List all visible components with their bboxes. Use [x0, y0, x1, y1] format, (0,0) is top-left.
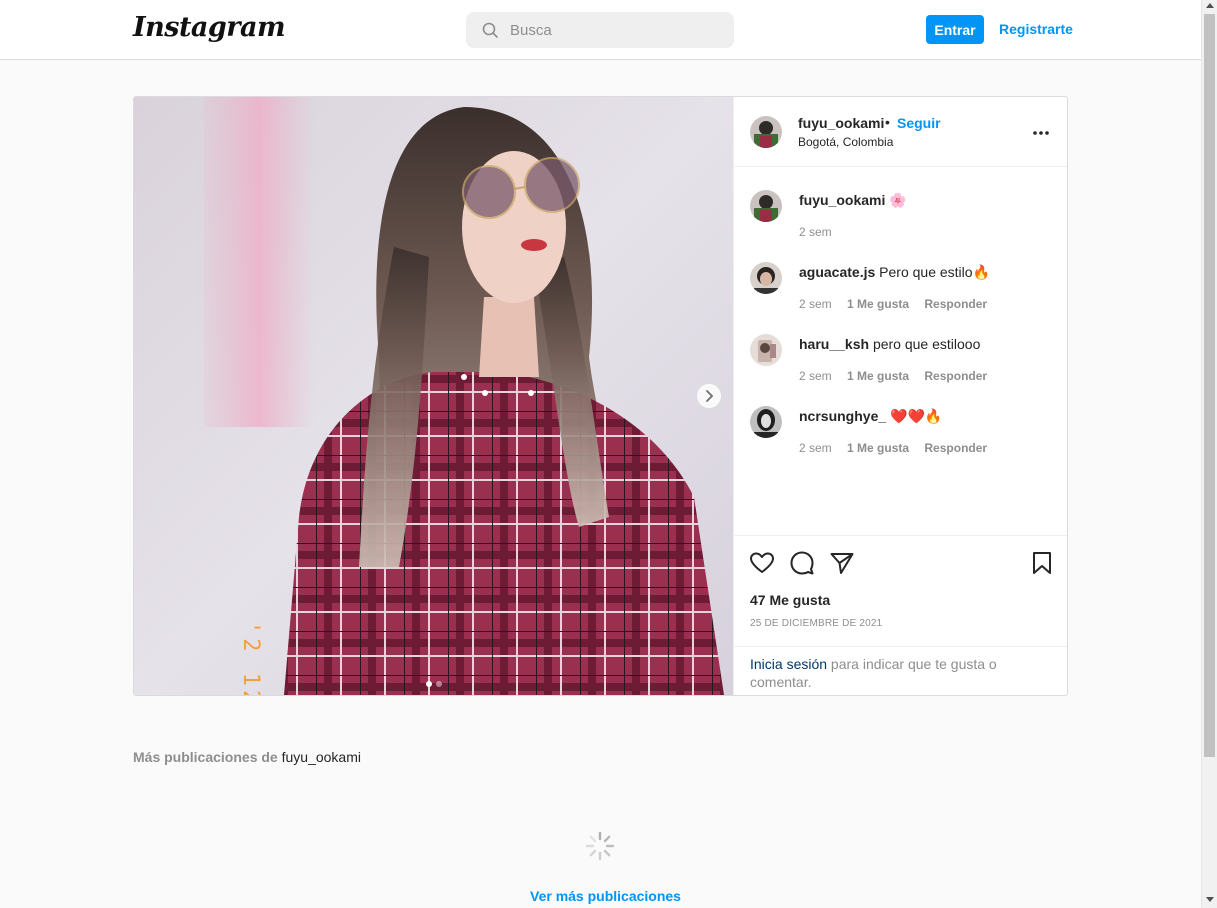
caption: fuyu_ookami 🌸 2 sem	[734, 168, 1067, 239]
carousel-dots	[426, 674, 446, 692]
spinner-icon	[585, 831, 615, 861]
more-posts-label: Más publicaciones de	[133, 749, 282, 765]
search-box[interactable]	[466, 12, 734, 48]
comment-likes[interactable]: 1 Me gusta	[847, 369, 909, 383]
comment-text: ncrsunghye_ ❤️❤️🔥	[799, 408, 942, 425]
post-sidebar: fuyu_ookami • Seguir Bogotá, Colombia fu…	[733, 97, 1067, 695]
post-card: '2 12 21 fuyu_ookami • Seguir Bogotá, Co…	[133, 96, 1068, 696]
avatar[interactable]	[750, 334, 782, 366]
avatar-image	[750, 116, 782, 148]
post-photo[interactable]: '2 12 21	[134, 97, 733, 695]
carousel-dot-2	[436, 681, 442, 687]
chevron-right-icon	[706, 390, 714, 402]
top-navigation-bar: Instagram Entrar Registrarte	[0, 0, 1201, 60]
avatar-image	[750, 190, 782, 222]
comment-username[interactable]: haru__ksh	[799, 336, 869, 352]
comment-username[interactable]: fuyu_ookami	[799, 192, 885, 208]
post-date[interactable]: 25 DE DICIEMBRE DE 2021	[750, 618, 882, 629]
scroll-thumb[interactable]	[1204, 14, 1215, 757]
avatar[interactable]	[750, 262, 782, 294]
post-actions	[734, 537, 1067, 577]
more-posts-heading: Más publicaciones de fuyu_ookami	[133, 749, 361, 765]
caption-text: fuyu_ookami 🌸	[799, 192, 907, 209]
comment-meta: 2 sem 1 Me gusta Responder	[799, 297, 999, 311]
follow-button[interactable]: Seguir	[897, 115, 941, 131]
avatar-image	[750, 406, 782, 438]
instagram-logo[interactable]: Instagram	[133, 12, 286, 43]
avatar[interactable]	[750, 190, 782, 222]
share-icon[interactable]	[829, 550, 855, 576]
comment-body: ❤️❤️🔥	[890, 408, 943, 424]
search-icon	[482, 22, 498, 38]
post-author-username[interactable]: fuyu_ookami	[798, 115, 884, 131]
login-button[interactable]: Entrar	[926, 15, 984, 44]
comment-time[interactable]: 2 sem	[799, 225, 832, 239]
post-photo-image: '2 12 21	[134, 97, 733, 695]
comment-time[interactable]: 2 sem	[799, 297, 832, 311]
avatar[interactable]	[750, 116, 782, 148]
see-more-posts-link[interactable]: Ver más publicaciones	[530, 888, 681, 904]
comment-username[interactable]: ncrsunghye_	[799, 408, 886, 424]
post-header: fuyu_ookami • Seguir Bogotá, Colombia	[734, 97, 1067, 167]
search-input[interactable]	[510, 20, 720, 40]
comment-likes[interactable]: 1 Me gusta	[847, 297, 909, 311]
avatar-image	[750, 262, 782, 294]
post-location[interactable]: Bogotá, Colombia	[798, 135, 893, 149]
comment-time[interactable]: 2 sem	[799, 441, 832, 455]
comment-text: aguacate.js Pero que estilo🔥	[799, 264, 990, 281]
comment-body: 🌸	[889, 192, 907, 208]
comment-item: ncrsunghye_ ❤️❤️🔥 2 sem 1 Me gusta Respo…	[734, 384, 1067, 455]
comment-body: pero que estilooo	[872, 336, 981, 352]
comment-icon[interactable]	[789, 550, 815, 576]
comment-item: aguacate.js Pero que estilo🔥 2 sem 1 Me …	[734, 240, 1067, 311]
reply-button[interactable]: Responder	[924, 369, 987, 383]
login-prompt: Inicia sesión para indicar que te gusta …	[734, 646, 1067, 695]
separator-dot: •	[885, 114, 890, 130]
comment-meta: 2 sem 1 Me gusta Responder	[799, 441, 999, 455]
comment-time[interactable]: 2 sem	[799, 369, 832, 383]
comment-text: haru__ksh pero que estilooo	[799, 336, 980, 352]
carousel-next-button[interactable]	[697, 384, 721, 408]
scroll-down-arrow[interactable]	[1206, 897, 1214, 902]
more-icon[interactable]	[1032, 130, 1050, 136]
signup-link[interactable]: Registrarte	[999, 21, 1073, 37]
carousel-dot-1	[426, 681, 432, 687]
comment-item: haru__ksh pero que estilooo 2 sem 1 Me g…	[734, 312, 1067, 383]
comment-meta: 2 sem 1 Me gusta Responder	[799, 369, 999, 383]
comment-meta: 2 sem	[799, 225, 844, 239]
login-link[interactable]: Inicia sesión	[750, 656, 827, 672]
comment-body: Pero que estilo🔥	[879, 264, 990, 280]
more-posts-username[interactable]: fuyu_ookami	[282, 749, 361, 765]
page-scrollbar[interactable]	[1201, 0, 1217, 908]
scroll-up-arrow[interactable]	[1206, 3, 1214, 8]
reply-button[interactable]: Responder	[924, 441, 987, 455]
heart-icon[interactable]	[749, 550, 775, 576]
reply-button[interactable]: Responder	[924, 297, 987, 311]
avatar[interactable]	[750, 406, 782, 438]
bookmark-icon[interactable]	[1029, 550, 1055, 576]
photo-date-stamp: '2 12 21	[238, 621, 263, 695]
comment-likes[interactable]: 1 Me gusta	[847, 441, 909, 455]
comments-list: fuyu_ookami 🌸 2 sem aguacate.js Pero que…	[734, 168, 1067, 536]
likes-count[interactable]: 47 Me gusta	[750, 592, 830, 608]
comment-username[interactable]: aguacate.js	[799, 264, 875, 280]
avatar-image	[750, 334, 782, 366]
